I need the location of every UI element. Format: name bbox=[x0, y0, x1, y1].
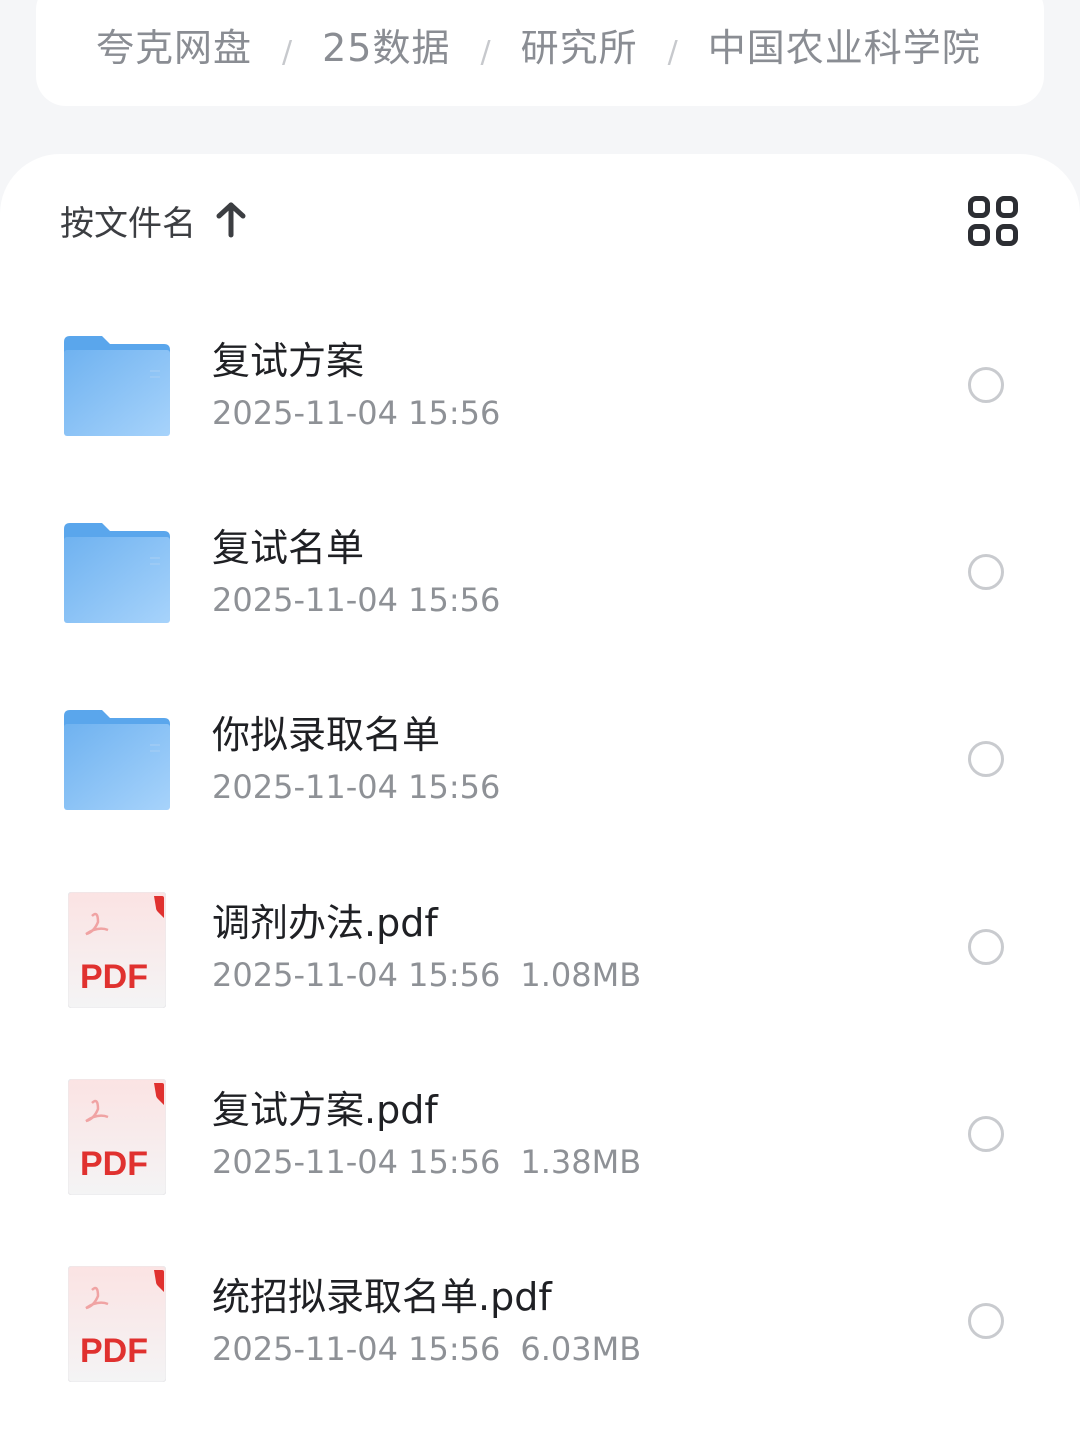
file-name: 复试方案.pdf bbox=[212, 1088, 438, 1132]
file-date: 2025-11-04 15:56 bbox=[212, 1330, 501, 1368]
pdf-badge: PDF bbox=[80, 1145, 148, 1183]
list-item[interactable]: 你拟录取名单 2025-11-04 15:56 bbox=[0, 682, 1080, 869]
file-name: 你拟录取名单 bbox=[212, 713, 441, 757]
file-size: 6.03MB bbox=[520, 1330, 642, 1368]
breadcrumb-item-institute[interactable]: 研究所 bbox=[521, 17, 638, 72]
list-item[interactable]: PDF 调剂办法.pdf 2025-11-04 15:56 1.08MB bbox=[0, 870, 1080, 1057]
file-meta: 2025-11-04 15:56 bbox=[212, 394, 500, 432]
file-size: 1.38MB bbox=[520, 1143, 642, 1181]
file-name: 调剂办法.pdf bbox=[212, 901, 438, 945]
pdf-file-icon: PDF bbox=[68, 1079, 166, 1195]
file-date: 2025-11-04 15:56 bbox=[212, 956, 501, 994]
breadcrumb-item-current[interactable]: 中国农业科学院 bbox=[708, 17, 981, 72]
grid-cell bbox=[996, 196, 1018, 218]
pdf-badge: PDF bbox=[80, 958, 148, 996]
file-meta: 2025-11-04 15:56 1.08MB bbox=[212, 956, 641, 994]
arrow-up-icon bbox=[216, 202, 246, 238]
folder-icon bbox=[64, 336, 170, 436]
breadcrumb: 夸克网盘 / 25数据 / 研究所 / 中国农业科学院 bbox=[36, 0, 1044, 106]
select-checkbox[interactable] bbox=[968, 741, 1004, 777]
list-item[interactable]: 复试名单 2025-11-04 15:56 bbox=[0, 495, 1080, 682]
select-checkbox[interactable] bbox=[968, 554, 1004, 590]
sort-label: 按文件名 bbox=[60, 203, 196, 244]
file-name: 复试名单 bbox=[212, 526, 365, 570]
grid-cell bbox=[968, 196, 990, 218]
pdf-badge: PDF bbox=[80, 1332, 148, 1370]
list-item[interactable]: 复试方案 2025-11-04 15:56 bbox=[0, 308, 1080, 495]
file-date: 2025-11-04 15:56 bbox=[212, 768, 501, 806]
list-item[interactable]: PDF 统招拟录取名单.pdf 2025-11-04 15:56 6.03MB bbox=[0, 1244, 1080, 1431]
file-meta: 2025-11-04 15:56 6.03MB bbox=[212, 1330, 641, 1368]
file-meta: 2025-11-04 15:56 bbox=[212, 581, 500, 619]
breadcrumb-item-root[interactable]: 夸克网盘 bbox=[96, 17, 252, 72]
folder-icon bbox=[64, 523, 170, 623]
select-checkbox[interactable] bbox=[968, 367, 1004, 403]
file-size: 1.08MB bbox=[520, 956, 642, 994]
select-checkbox[interactable] bbox=[968, 1116, 1004, 1152]
file-date: 2025-11-04 15:56 bbox=[212, 581, 501, 619]
grid-cell bbox=[968, 224, 990, 246]
file-date: 2025-11-04 15:56 bbox=[212, 394, 501, 432]
sort-button[interactable]: 按文件名 bbox=[60, 196, 248, 244]
list-item[interactable]: PDF 复试方案.pdf 2025-11-04 15:56 1.38MB bbox=[0, 1057, 1080, 1244]
pdf-file-icon: PDF bbox=[68, 892, 166, 1008]
file-name: 统招拟录取名单.pdf bbox=[212, 1275, 552, 1319]
breadcrumb-separator: / bbox=[480, 35, 491, 70]
file-date: 2025-11-04 15:56 bbox=[212, 1143, 501, 1181]
file-meta: 2025-11-04 15:56 1.38MB bbox=[212, 1143, 641, 1181]
file-meta: 2025-11-04 15:56 bbox=[212, 768, 500, 806]
folder-icon bbox=[64, 710, 170, 810]
grid-cell bbox=[996, 224, 1018, 246]
breadcrumb-separator: / bbox=[282, 35, 293, 70]
grid-view-icon[interactable] bbox=[968, 196, 1018, 246]
breadcrumb-item-data[interactable]: 25数据 bbox=[322, 17, 450, 72]
file-name: 复试方案 bbox=[212, 339, 365, 383]
select-checkbox[interactable] bbox=[968, 1303, 1004, 1339]
breadcrumb-separator: / bbox=[667, 35, 678, 70]
select-checkbox[interactable] bbox=[968, 929, 1004, 965]
pdf-file-icon: PDF bbox=[68, 1266, 166, 1382]
